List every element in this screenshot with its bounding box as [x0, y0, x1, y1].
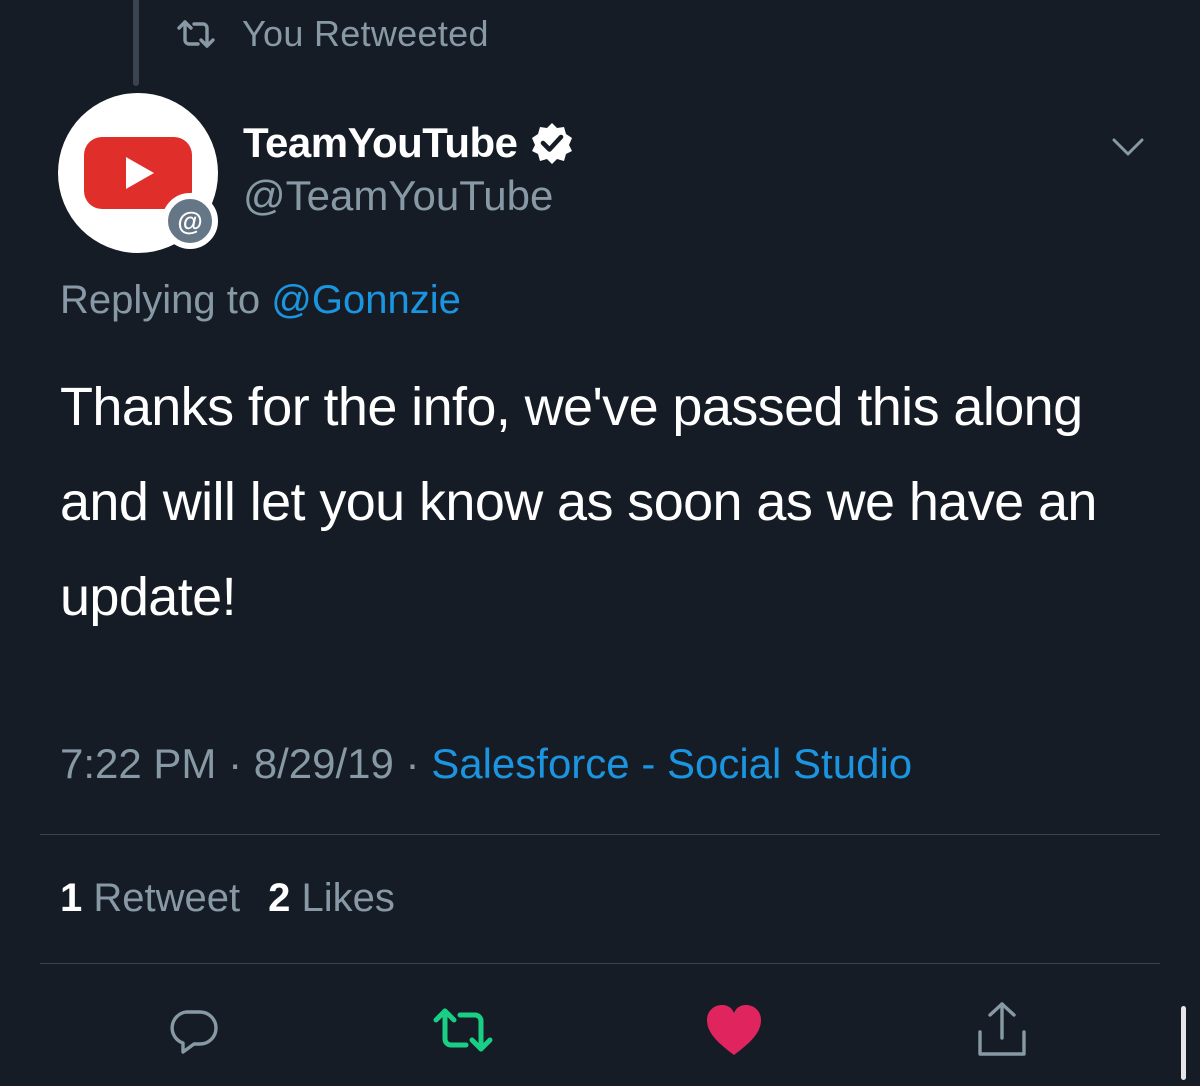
like-count-label: Likes: [301, 876, 395, 920]
reply-button[interactable]: [154, 990, 234, 1070]
scroll-indicator[interactable]: [1181, 1006, 1186, 1080]
heart-icon: [707, 1005, 761, 1055]
action-bar: [0, 990, 1200, 1070]
chevron-down-icon[interactable]: [1110, 132, 1146, 162]
reply-mention-link[interactable]: @Gonnzie: [271, 278, 461, 322]
retweet-button[interactable]: [423, 990, 503, 1070]
share-icon: [978, 1002, 1026, 1056]
avatar[interactable]: @: [58, 93, 218, 253]
tweet-date: 8/29/19: [253, 740, 394, 787]
at-badge: @: [162, 193, 218, 249]
retweet-context-label: You Retweeted: [242, 13, 489, 54]
retweet-count-label: Retweet: [93, 876, 241, 920]
verified-badge-icon: [531, 123, 572, 164]
like-count: 2: [268, 876, 291, 920]
replying-to: Replying to @Gonnzie: [60, 278, 461, 323]
author-handle[interactable]: @TeamYouTube: [243, 172, 553, 220]
tweet-text: Thanks for the info, we've passed this a…: [60, 377, 1097, 627]
like-button[interactable]: [694, 990, 774, 1070]
like-count-stat[interactable]: 2 Likes: [268, 876, 395, 921]
meta-separator: ·: [393, 740, 432, 787]
author-name-row[interactable]: TeamYouTube: [243, 118, 574, 168]
retweet-context: You Retweeted: [176, 12, 489, 56]
replying-to-prefix: Replying to: [60, 278, 261, 322]
divider: [40, 963, 1160, 964]
tweet-meta: 7:22 PM · 8/29/19 · Salesforce - Social …: [60, 740, 912, 788]
retweet-count: 1: [60, 876, 83, 920]
meta-separator: ·: [216, 740, 254, 787]
share-button[interactable]: [962, 990, 1042, 1070]
tweet-source-link[interactable]: Salesforce - Social Studio: [431, 740, 912, 787]
divider: [40, 834, 1160, 835]
retweet-count-stat[interactable]: 1 Retweet: [60, 876, 240, 921]
tweet-time: 7:22 PM: [60, 740, 217, 787]
thread-connector-line: [133, 0, 139, 86]
tweet-stats: 1 Retweet 2 Likes: [60, 876, 395, 921]
retweet-icon: [433, 1008, 493, 1052]
retweet-icon: [177, 20, 215, 48]
play-icon: [126, 157, 154, 189]
comment-icon: [170, 1010, 218, 1054]
tweet-detail-view: You Retweeted @ TeamYouTube @TeamYouTube…: [0, 0, 1200, 1086]
display-name[interactable]: TeamYouTube: [243, 119, 518, 167]
